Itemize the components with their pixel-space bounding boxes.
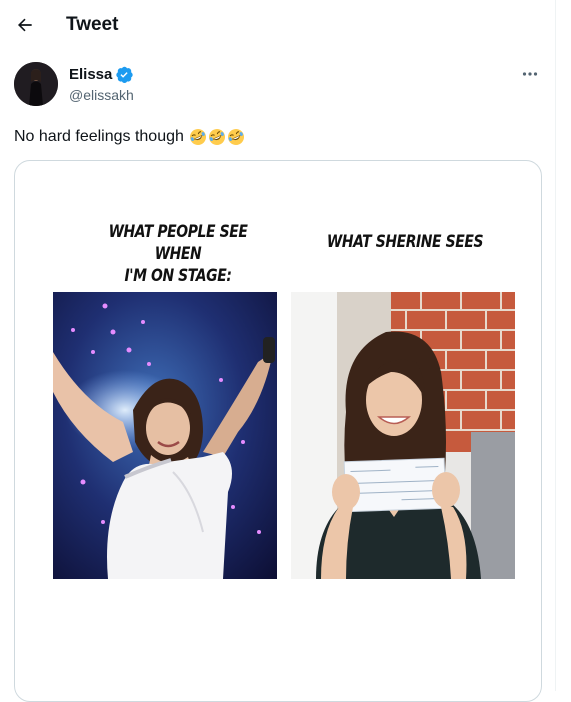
back-button[interactable]: [12, 12, 38, 38]
tweet-body: No hard feelings though: [14, 128, 184, 145]
author-handle[interactable]: @elissakh: [69, 87, 134, 103]
stage-photo: [53, 292, 277, 579]
rolling-on-floor-laughing-emoji: [208, 129, 225, 145]
arrow-left-icon: [18, 18, 32, 32]
more-icon: [522, 72, 538, 76]
tweet-author: Elissa @elissakh: [14, 62, 544, 112]
meme-caption-right: WHAT SHERINE SEES: [326, 232, 484, 252]
author-name[interactable]: Elissa: [69, 66, 112, 83]
meme-caption-left: WHAT PEOPLE SEE WHEN I'M ON STAGE:: [84, 221, 273, 287]
more-options-button[interactable]: [518, 64, 542, 84]
rolling-on-floor-laughing-emoji: [227, 129, 244, 145]
tweet-media[interactable]: WHAT PEOPLE SEE WHEN I'M ON STAGE: WHAT …: [14, 160, 542, 702]
verified-badge-icon: [116, 66, 134, 83]
column-divider: [555, 0, 556, 691]
meme-caption-left-line1: WHAT PEOPLE SEE WHEN: [108, 222, 248, 264]
page-title: Tweet: [66, 14, 119, 35]
rolling-on-floor-laughing-emoji: [189, 129, 206, 145]
tweet-text: No hard feelings though: [14, 126, 245, 148]
avatar[interactable]: [14, 62, 58, 106]
check-photo: [291, 292, 515, 579]
meme-caption-left-line2: I'M ON STAGE:: [124, 266, 232, 286]
header: Tweet: [0, 0, 555, 52]
